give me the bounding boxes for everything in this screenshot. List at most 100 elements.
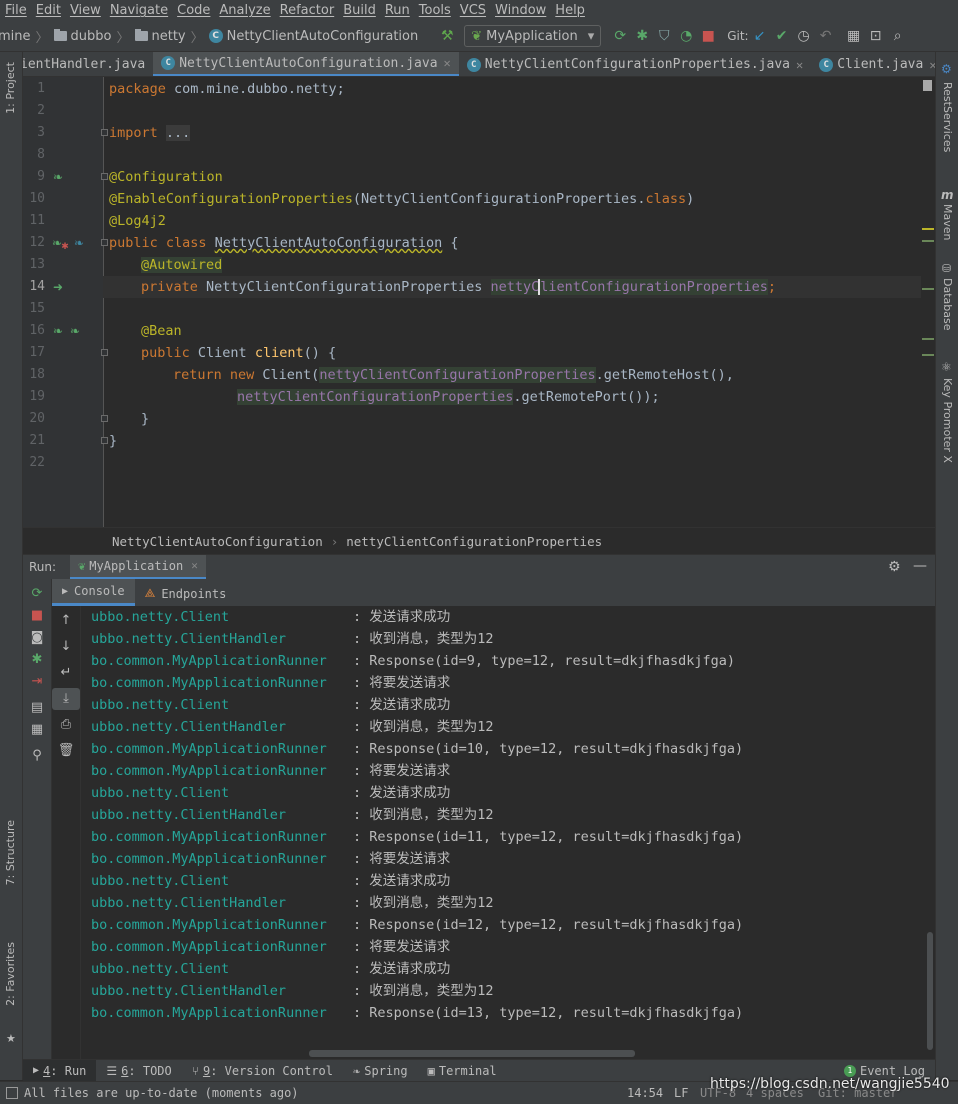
spring-bean-icon[interactable]: ❧ [51, 324, 65, 338]
project-structure-icon[interactable]: ▦ [843, 25, 865, 47]
debug-bug-icon[interactable]: ✱ [631, 25, 653, 47]
rollback-icon[interactable]: ↶ [815, 25, 837, 47]
stop-icon[interactable]: ■ [23, 605, 51, 627]
tool-tab-spring[interactable]: ❧ Spring [343, 1060, 418, 1082]
close-icon[interactable]: ✕ [796, 58, 803, 72]
menu-build[interactable]: Build [343, 3, 376, 18]
stop-icon[interactable]: ■ [697, 25, 719, 47]
spring-bean-icon[interactable]: ❧ [68, 324, 82, 338]
tab-console[interactable]: ▶ Console [52, 579, 135, 606]
pin-icon[interactable]: ⚲ [23, 745, 51, 767]
menu-help[interactable]: Help [555, 3, 585, 18]
scroll-to-end-icon[interactable]: ⤓ [52, 688, 80, 710]
minimize-icon[interactable]: — [913, 558, 927, 574]
camera-icon[interactable]: ◙ [23, 627, 51, 649]
arrow-down-icon[interactable]: ↓ [52, 636, 80, 658]
key-promoter-tool-button[interactable]: Key Promoter X [941, 378, 954, 463]
structure-tool-button[interactable]: 7: Structure [4, 820, 17, 885]
maven-tool-button[interactable]: Maven [941, 204, 954, 240]
code-editor[interactable] [103, 77, 921, 527]
fold-marker[interactable] [101, 437, 108, 444]
terminal-icon[interactable]: ⊡ [865, 25, 887, 47]
scrollbar-thumb[interactable] [309, 1050, 635, 1057]
menu-window[interactable]: Window [495, 3, 546, 18]
breadcrumb-item[interactable]: C NettyClientAutoConfiguration [208, 29, 418, 44]
run-config-tab[interactable]: ❦ MyApplication ✕ [70, 554, 206, 580]
menu-analyze[interactable]: Analyze [219, 3, 270, 18]
change-marker[interactable] [922, 338, 934, 340]
search-icon[interactable]: ⌕ [887, 25, 909, 47]
warning-marker[interactable] [922, 228, 934, 230]
rerun-icon[interactable]: ⟳ [23, 583, 51, 605]
fold-marker[interactable] [101, 173, 108, 180]
tiles-icon[interactable]: ▦ [23, 719, 51, 741]
tab-client-handler[interactable]: ientHandler.java [23, 52, 153, 76]
editor-scrollbar[interactable] [921, 77, 935, 527]
menu-edit[interactable]: Edit [36, 3, 61, 18]
profile-icon[interactable]: ◔ [675, 25, 697, 47]
print-icon[interactable]: ⎙ [52, 714, 80, 736]
console-vertical-scrollbar[interactable] [926, 606, 935, 1059]
tool-tab-terminal[interactable]: ▣ Terminal [418, 1060, 507, 1082]
menu-navigate[interactable]: Navigate [110, 3, 168, 18]
console-horizontal-scrollbar[interactable] [81, 1048, 926, 1059]
scrollbar-thumb[interactable] [927, 932, 933, 1050]
tool-tab-version-control[interactable]: ⑂ 9: Version Control [182, 1060, 343, 1082]
menu-code[interactable]: Code [177, 3, 210, 18]
tool-tab-todo[interactable]: ☰ 6: TODO [96, 1060, 181, 1082]
fold-marker[interactable] [101, 129, 108, 136]
breadcrumb-item[interactable]: netty 〉 [134, 27, 209, 46]
tab-netty-client-configuration-properties[interactable]: C NettyClientConfigurationProperties.java… [459, 52, 811, 76]
fold-marker[interactable] [101, 239, 108, 246]
menu-tools[interactable]: Tools [419, 3, 451, 18]
code-breadcrumb-item[interactable]: NettyClientAutoConfiguration [112, 534, 323, 549]
code-breadcrumb-item[interactable]: nettyClientConfigurationProperties [346, 534, 602, 549]
favorites-tool-button[interactable]: 2: Favorites [4, 942, 17, 1006]
database-tool-button[interactable]: Database [941, 278, 954, 331]
folded-imports[interactable]: ... [165, 125, 191, 141]
tab-endpoints[interactable]: ⟁ Endpoints [135, 581, 237, 606]
fold-marker[interactable] [101, 415, 108, 422]
menu-vcs[interactable]: VCS [460, 3, 486, 18]
caret-position[interactable]: 14:54 [627, 1086, 663, 1100]
git-update-icon[interactable]: ↙ [749, 25, 771, 47]
soft-wrap-icon[interactable]: ↵ [52, 662, 80, 684]
run-configuration-select[interactable]: ❦ MyApplication ▾ [464, 25, 602, 47]
rest-services-tool-button[interactable]: RestServices [941, 82, 954, 152]
tab-client[interactable]: CClient.java ✕ [811, 52, 935, 76]
menu-view[interactable]: View [70, 3, 101, 18]
menu-run[interactable]: Run [385, 3, 410, 18]
change-marker[interactable] [922, 288, 934, 290]
close-icon[interactable]: ✕ [929, 58, 935, 72]
menu-file[interactable]: File [5, 3, 27, 18]
tab-netty-client-auto-configuration[interactable]: C NettyClientAutoConfiguration.java ✕ [153, 52, 459, 76]
git-commit-icon[interactable]: ✔ [771, 25, 793, 47]
gear-icon[interactable]: ⚙ [888, 559, 901, 575]
build-hammer-icon[interactable]: ⚒ [436, 25, 458, 47]
debug-bug-icon[interactable]: ✱ [23, 649, 51, 671]
project-tool-button[interactable]: 1: Project [4, 62, 17, 114]
console-output[interactable]: ubbo.netty.Client: 发送请求成功 ubbo.netty.Clie… [81, 606, 926, 1048]
arrow-up-icon[interactable]: ↑ [52, 610, 80, 632]
spring-config-icon[interactable]: ❧ [72, 236, 86, 250]
close-icon[interactable]: ✕ [191, 559, 198, 572]
rerun-icon[interactable]: ⟳ [609, 25, 631, 47]
line-separator[interactable]: LF [674, 1086, 688, 1100]
change-marker[interactable] [922, 354, 934, 356]
exit-icon[interactable]: ⇥ [23, 671, 51, 693]
change-marker[interactable] [922, 240, 934, 242]
toggle-tool-windows-icon[interactable] [6, 1087, 18, 1099]
trash-icon[interactable]: 🗑 [52, 740, 80, 762]
fold-marker[interactable] [101, 349, 108, 356]
layout-icon[interactable]: ▤ [23, 697, 51, 719]
autowired-navigate-icon[interactable]: ➜ [51, 280, 65, 294]
close-icon[interactable]: ✕ [444, 56, 451, 70]
history-icon[interactable]: ◷ [793, 25, 815, 47]
breadcrumb-item[interactable]: dubbo 〉 [53, 27, 135, 46]
breadcrumb-item[interactable]: mine 〉 [0, 27, 54, 46]
inspection-status-icon[interactable] [923, 80, 932, 91]
spring-bean-icon[interactable]: ❧ [51, 170, 65, 184]
tool-tab-run[interactable]: ▶ 4: Run [23, 1059, 97, 1082]
menu-refactor[interactable]: Refactor [280, 3, 335, 18]
coverage-icon[interactable]: ⛉ [653, 25, 675, 47]
